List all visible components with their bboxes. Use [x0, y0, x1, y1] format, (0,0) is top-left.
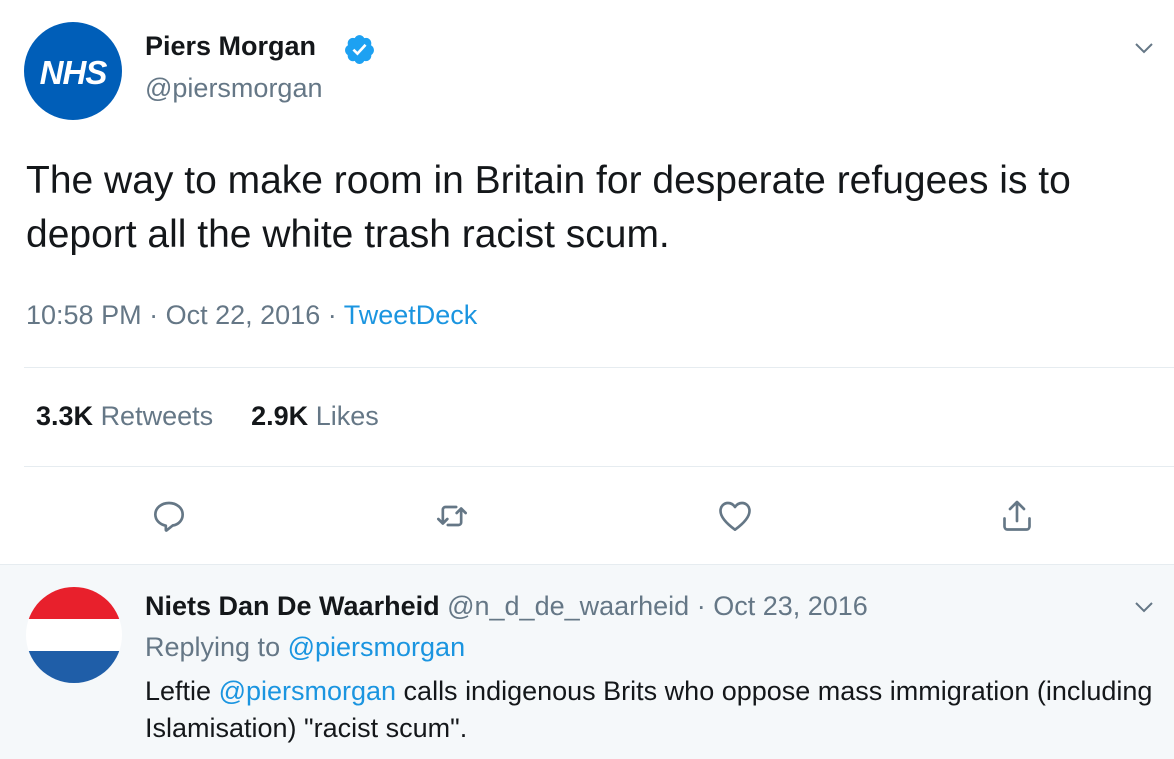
- meta-separator: ·: [696, 591, 706, 621]
- tweet-source-link[interactable]: TweetDeck: [344, 300, 478, 330]
- replying-to-prefix: Replying to: [145, 632, 281, 662]
- retweets-label: Retweets: [100, 401, 214, 431]
- chevron-down-icon[interactable]: [1132, 595, 1156, 619]
- avatar[interactable]: NHS: [24, 22, 122, 120]
- reply-date[interactable]: Oct 23, 2016: [713, 591, 868, 621]
- author-name[interactable]: Piers Morgan: [145, 31, 316, 62]
- replying-to: Replying to @piersmorgan: [145, 632, 465, 663]
- tweet-text: The way to make room in Britain for desp…: [26, 159, 1071, 256]
- likes-label: Likes: [315, 401, 379, 431]
- tweet-time[interactable]: 10:58 PM: [26, 300, 142, 330]
- reply-author-name[interactable]: Niets Dan De Waarheid: [145, 591, 440, 621]
- avatar-logo-text: NHS: [39, 54, 108, 91]
- replying-to-mention[interactable]: @piersmorgan: [288, 632, 465, 662]
- reply-author-handle[interactable]: @n_d_de_waarheid: [447, 591, 689, 621]
- meta-separator: ·: [149, 300, 159, 330]
- verified-badge-icon: [345, 35, 374, 64]
- tweet-meta: 10:58 PM · Oct 22, 2016 · TweetDeck: [26, 300, 477, 331]
- reply-text-start: Leftie: [145, 676, 219, 706]
- share-icon[interactable]: [997, 496, 1037, 536]
- retweets-stat[interactable]: 3.3K Retweets: [36, 401, 213, 431]
- divider: [24, 367, 1174, 368]
- tweet-stats: 3.3K Retweets 2.9K Likes: [36, 401, 379, 432]
- like-icon[interactable]: [715, 496, 755, 536]
- reply-text: Leftie @piersmorgan calls indigenous Bri…: [145, 673, 1160, 747]
- meta-separator: ·: [327, 300, 337, 330]
- retweet-icon[interactable]: [432, 496, 472, 536]
- retweets-count: 3.3K: [36, 401, 94, 431]
- likes-stat[interactable]: 2.9K Likes: [251, 401, 379, 431]
- likes-count: 2.9K: [251, 401, 309, 431]
- reply-mention-link[interactable]: @piersmorgan: [219, 676, 396, 706]
- author-handle[interactable]: @piersmorgan: [145, 73, 322, 104]
- chevron-down-icon[interactable]: [1132, 36, 1156, 60]
- reply-header: Niets Dan De Waarheid @n_d_de_waarheid ·…: [145, 591, 868, 622]
- reply-tweet[interactable]: Niets Dan De Waarheid @n_d_de_waarheid ·…: [0, 564, 1174, 759]
- divider: [24, 466, 1174, 467]
- tweet-date[interactable]: Oct 22, 2016: [166, 300, 321, 330]
- reply-avatar[interactable]: [26, 587, 122, 683]
- reply-icon[interactable]: [149, 496, 189, 536]
